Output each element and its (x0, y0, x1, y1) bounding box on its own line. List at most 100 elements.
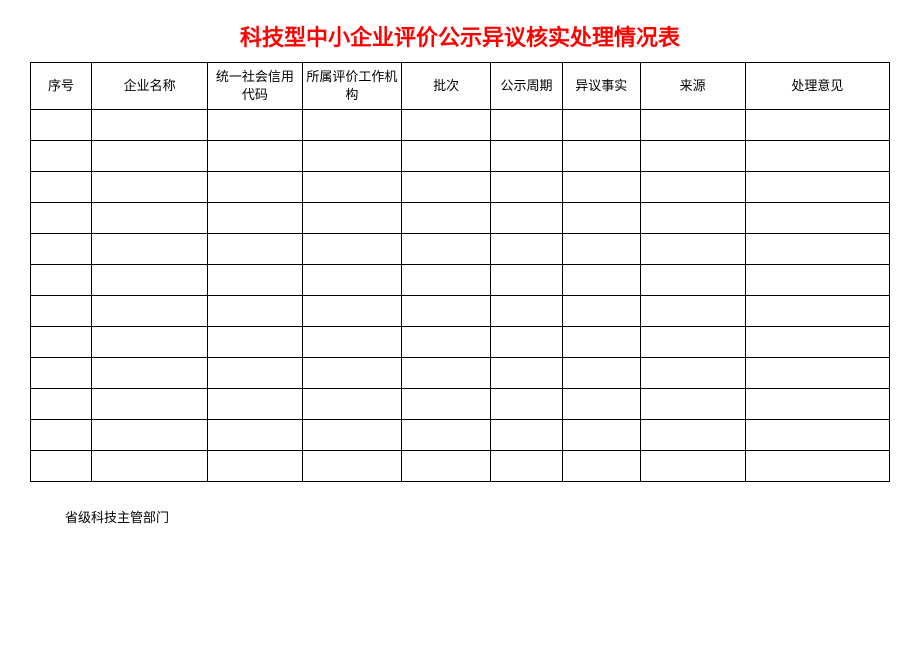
cell-source (640, 110, 745, 141)
cell-period (490, 172, 562, 203)
cell-seq (31, 451, 92, 482)
cell-code (208, 265, 302, 296)
cell-opinion (745, 451, 889, 482)
header-fact: 异议事实 (562, 63, 640, 110)
table-row (31, 358, 890, 389)
cell-period (490, 234, 562, 265)
cell-source (640, 451, 745, 482)
cell-opinion (745, 327, 889, 358)
cell-period (490, 327, 562, 358)
cell-name (91, 172, 207, 203)
cell-opinion (745, 203, 889, 234)
cell-code (208, 172, 302, 203)
cell-fact (562, 358, 640, 389)
table-row (31, 141, 890, 172)
cell-fact (562, 296, 640, 327)
header-period: 公示周期 (490, 63, 562, 110)
cell-opinion (745, 420, 889, 451)
cell-period (490, 358, 562, 389)
cell-period (490, 141, 562, 172)
header-source: 来源 (640, 63, 745, 110)
document-title: 科技型中小企业评价公示异议核实处理情况表 (30, 20, 890, 52)
header-batch: 批次 (402, 63, 491, 110)
header-opinion: 处理意见 (745, 63, 889, 110)
cell-org (302, 451, 402, 482)
cell-seq (31, 327, 92, 358)
cell-fact (562, 110, 640, 141)
cell-fact (562, 327, 640, 358)
cell-source (640, 327, 745, 358)
cell-code (208, 141, 302, 172)
cell-batch (402, 296, 491, 327)
cell-period (490, 265, 562, 296)
cell-seq (31, 172, 92, 203)
cell-source (640, 172, 745, 203)
cell-period (490, 296, 562, 327)
table-row (31, 420, 890, 451)
header-name: 企业名称 (91, 63, 207, 110)
cell-seq (31, 234, 92, 265)
cell-period (490, 203, 562, 234)
cell-name (91, 358, 207, 389)
cell-seq (31, 358, 92, 389)
cell-period (490, 110, 562, 141)
cell-opinion (745, 234, 889, 265)
cell-fact (562, 141, 640, 172)
cell-opinion (745, 110, 889, 141)
cell-batch (402, 203, 491, 234)
cell-source (640, 296, 745, 327)
cell-org (302, 110, 402, 141)
cell-source (640, 234, 745, 265)
cell-batch (402, 451, 491, 482)
cell-org (302, 389, 402, 420)
cell-name (91, 234, 207, 265)
cell-batch (402, 265, 491, 296)
table-row (31, 389, 890, 420)
cell-source (640, 265, 745, 296)
cell-code (208, 110, 302, 141)
table-row (31, 451, 890, 482)
header-code: 统一社会信用代码 (208, 63, 302, 110)
cell-org (302, 420, 402, 451)
cell-period (490, 451, 562, 482)
table-row (31, 265, 890, 296)
cell-name (91, 451, 207, 482)
cell-fact (562, 234, 640, 265)
cell-source (640, 203, 745, 234)
data-table: 序号 企业名称 统一社会信用代码 所属评价工作机构 批次 公示周期 异议事实 来… (30, 62, 890, 482)
cell-seq (31, 296, 92, 327)
cell-batch (402, 234, 491, 265)
cell-opinion (745, 172, 889, 203)
cell-fact (562, 172, 640, 203)
cell-code (208, 389, 302, 420)
cell-name (91, 141, 207, 172)
table-row (31, 327, 890, 358)
cell-org (302, 141, 402, 172)
cell-period (490, 389, 562, 420)
cell-fact (562, 389, 640, 420)
table-row (31, 203, 890, 234)
cell-batch (402, 420, 491, 451)
cell-opinion (745, 265, 889, 296)
cell-fact (562, 203, 640, 234)
cell-name (91, 265, 207, 296)
cell-name (91, 110, 207, 141)
cell-code (208, 234, 302, 265)
cell-source (640, 358, 745, 389)
cell-period (490, 420, 562, 451)
cell-batch (402, 141, 491, 172)
cell-org (302, 203, 402, 234)
cell-name (91, 420, 207, 451)
cell-name (91, 389, 207, 420)
cell-seq (31, 141, 92, 172)
cell-source (640, 420, 745, 451)
cell-batch (402, 110, 491, 141)
cell-batch (402, 389, 491, 420)
cell-org (302, 265, 402, 296)
cell-code (208, 420, 302, 451)
cell-seq (31, 389, 92, 420)
cell-batch (402, 327, 491, 358)
cell-fact (562, 265, 640, 296)
header-row: 序号 企业名称 统一社会信用代码 所属评价工作机构 批次 公示周期 异议事实 来… (31, 63, 890, 110)
cell-seq (31, 110, 92, 141)
